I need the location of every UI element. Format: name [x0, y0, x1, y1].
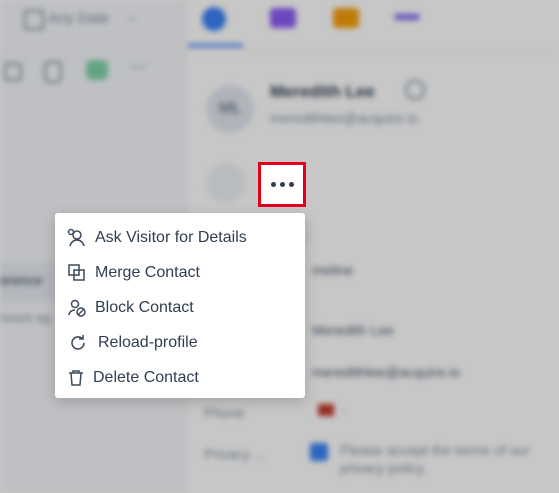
menu-item-ask-visitor[interactable]: Ask Visitor for Details — [55, 220, 305, 255]
menu-item-label: Block Contact — [95, 298, 194, 316]
menu-item-merge-contact[interactable]: Merge Contact — [55, 255, 305, 290]
trash-icon — [66, 368, 86, 388]
contact-actions-menu: Ask Visitor for Details Merge Contact Bl… — [55, 213, 305, 398]
block-user-icon — [67, 298, 87, 318]
menu-item-label: Reload-profile — [98, 333, 198, 351]
menu-item-label: Ask Visitor for Details — [95, 228, 247, 246]
menu-item-delete-contact[interactable]: Delete Contact — [55, 360, 305, 395]
ask-visitor-icon — [67, 228, 87, 248]
menu-item-label: Delete Contact — [93, 368, 199, 386]
merge-icon — [67, 263, 87, 283]
menu-item-block-contact[interactable]: Block Contact — [55, 290, 305, 325]
ellipsis-icon — [270, 182, 276, 187]
more-options-button[interactable] — [258, 162, 306, 207]
reload-icon — [68, 333, 88, 353]
menu-item-label: Merge Contact — [95, 263, 200, 281]
menu-item-reload-profile[interactable]: Reload-profile — [55, 325, 305, 360]
